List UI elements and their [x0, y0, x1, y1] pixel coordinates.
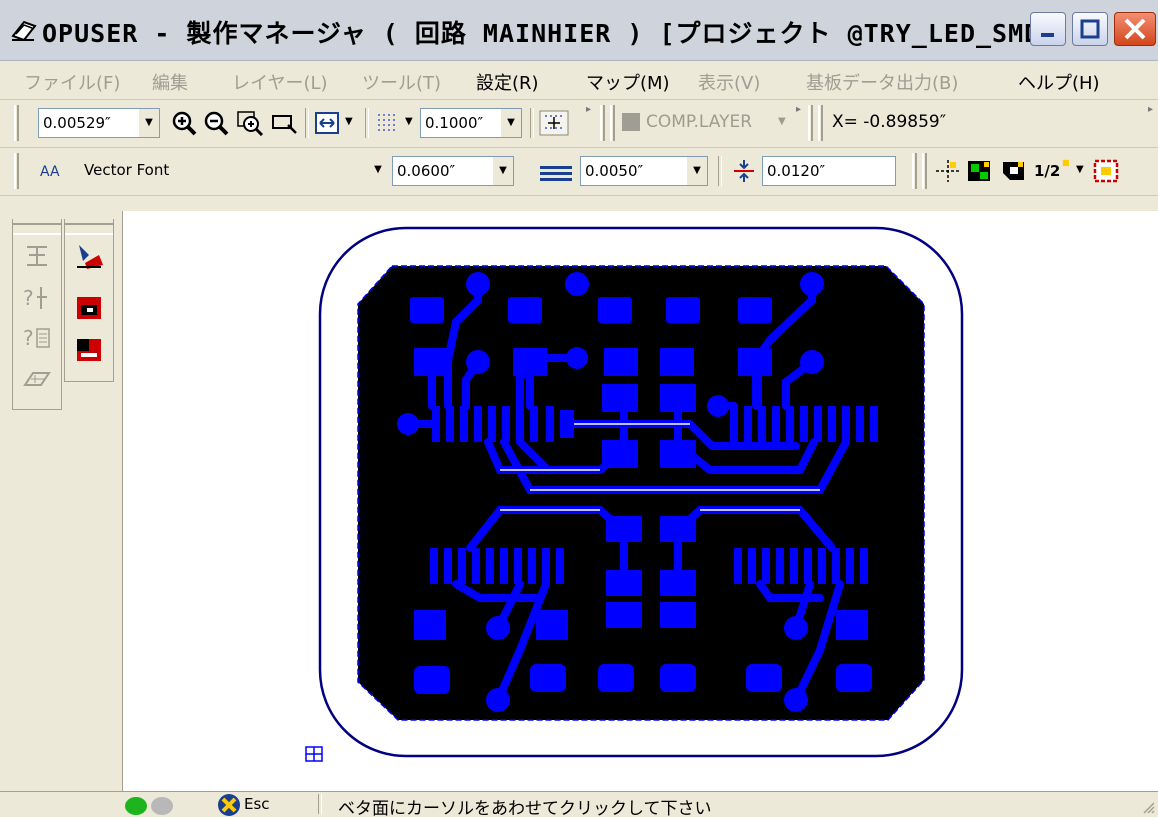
line-width-icon: [540, 166, 572, 181]
font-name: Vector Font: [84, 161, 170, 179]
fit-width-icon[interactable]: [314, 110, 342, 136]
component-icon[interactable]: [21, 241, 53, 271]
menu-view[interactable]: 表示(V): [698, 69, 760, 95]
zoom-out-icon[interactable]: [202, 110, 230, 136]
toolbar-overflow-icon[interactable]: ▸: [796, 104, 801, 115]
clearance-value: 0.0120″: [767, 162, 826, 180]
toolbar-overflow-icon[interactable]: ▸: [586, 104, 591, 115]
layer-color-swatch: [622, 113, 640, 131]
gray-indicator-icon: [151, 797, 173, 815]
fill-pour-icon[interactable]: [73, 241, 105, 271]
zoom-select[interactable]: 0.00529″ ▼: [38, 108, 160, 138]
zoom-value: 0.00529″: [43, 114, 111, 132]
toolbar-view: 0.00529″ ▼ ▼ ▼ 0.1000″ ▼ ▸ COMP.LAYER ▼ …: [0, 100, 1158, 148]
status-message: ベタ面にカーソルをあわせてクリックして下さい: [338, 799, 712, 819]
menu-layer[interactable]: レイヤー(L): [232, 69, 328, 95]
chevron-down-icon: ▼: [368, 156, 388, 184]
clearance-input[interactable]: 0.0120″: [762, 156, 896, 186]
grid-size-select[interactable]: 0.1000″ ▼: [420, 108, 522, 138]
menu-help[interactable]: ヘルプ(H): [1018, 69, 1100, 95]
escape-button[interactable]: Esc: [244, 795, 270, 813]
clearance-icon: [734, 160, 754, 182]
palette-column-disabled: ? ?: [12, 219, 62, 410]
status-bar: Esc ベタ面にカーソルをあわせてクリックして下さい: [0, 791, 1158, 819]
title-bar[interactable]: OPUSER - 製作マネージャ ( 回路 MAINHIER ) [プロジェクト…: [0, 0, 1158, 61]
fill-area-icon[interactable]: [73, 293, 105, 323]
zoom-in-icon[interactable]: [170, 110, 198, 136]
origin-marker-icon: [305, 746, 323, 762]
status-indicator-icons: [125, 797, 173, 815]
grid-size-value: 0.1000″: [425, 114, 484, 132]
line-width-select[interactable]: 0.0050″ ▼: [580, 156, 708, 186]
toolbar-grip[interactable]: [14, 105, 19, 141]
netlist-icon[interactable]: [21, 365, 53, 395]
snap-grid-toggle-icon[interactable]: [538, 110, 570, 136]
chevron-down-icon: ▼: [687, 157, 707, 185]
minimize-icon: [1041, 33, 1054, 37]
chevron-down-icon: ▼: [139, 109, 159, 137]
font-icon: AA: [40, 164, 60, 180]
close-icon: [1124, 18, 1146, 40]
crosshair-icon[interactable]: [934, 158, 962, 184]
grid-icon[interactable]: [374, 110, 402, 136]
board-outline-icon[interactable]: [1092, 158, 1120, 184]
close-button[interactable]: [1114, 12, 1156, 46]
escape-icon[interactable]: [216, 793, 242, 817]
redraw-window-icon[interactable]: [270, 110, 298, 136]
half-scale-label[interactable]: 1/2: [1034, 162, 1060, 180]
query-list-icon[interactable]: ?: [21, 323, 53, 353]
app-icon: [11, 20, 37, 42]
menu-settings[interactable]: 設定(R): [476, 69, 539, 95]
menu-file[interactable]: ファイル(F): [24, 69, 120, 95]
svg-text:?: ?: [23, 326, 34, 350]
zoom-window-icon[interactable]: [236, 110, 264, 136]
layer-select[interactable]: COMP.LAYER: [646, 112, 752, 132]
resize-grip-icon[interactable]: [1140, 799, 1156, 815]
pad-icon[interactable]: [966, 158, 994, 184]
coordinate-x: X= -0.89859″: [832, 112, 947, 132]
palette-column-active: [64, 219, 114, 382]
pcb-canvas[interactable]: [123, 211, 1158, 791]
text-size-select[interactable]: 0.0600″ ▼: [392, 156, 514, 186]
pcb-board[interactable]: [123, 211, 1158, 791]
text-size-value: 0.0600″: [397, 162, 456, 180]
menu-board-output[interactable]: 基板データ出力(B): [806, 69, 958, 95]
chevron-down-icon: ▼: [501, 109, 521, 137]
menu-map[interactable]: マップ(M): [586, 69, 670, 95]
svg-text:?: ?: [23, 286, 34, 310]
maximize-icon: [1080, 19, 1100, 39]
chevron-down-icon[interactable]: ▼: [1076, 164, 1084, 175]
font-select[interactable]: Vector Font ▼: [80, 156, 388, 186]
minimize-button[interactable]: [1030, 12, 1066, 46]
menu-bar: ファイル(F) 編集 レイヤー(L) ツール(T) 設定(R) マップ(M) 表…: [0, 61, 1158, 100]
chevron-down-icon: ▼: [493, 157, 513, 185]
chevron-down-icon[interactable]: ▼: [405, 116, 413, 127]
toolbar-text-line: AA Vector Font ▼ 0.0600″ ▼ 0.0050″ ▼ 0.0…: [0, 148, 1158, 196]
green-indicator-icon: [125, 797, 147, 815]
fill-remove-icon[interactable]: [73, 335, 105, 365]
window-title: OPUSER - 製作マネージャ ( 回路 MAINHIER ) [プロジェクト…: [42, 19, 1057, 48]
menu-edit[interactable]: 編集: [152, 69, 188, 95]
chevron-down-icon[interactable]: ▼: [345, 116, 353, 127]
line-width-value: 0.0050″: [585, 162, 644, 180]
menu-tools[interactable]: ツール(T): [362, 69, 441, 95]
tool-palette: ? ?: [0, 211, 123, 791]
query-property-icon[interactable]: ?: [21, 283, 53, 313]
copper-fill-icon[interactable]: [1000, 158, 1028, 184]
application-window: OPUSER - 製作マネージャ ( 回路 MAINHIER ) [プロジェクト…: [0, 0, 1158, 819]
toolbar-overflow-icon[interactable]: ▸: [1148, 104, 1153, 115]
chevron-down-icon[interactable]: ▼: [778, 116, 786, 127]
maximize-button[interactable]: [1072, 12, 1108, 46]
